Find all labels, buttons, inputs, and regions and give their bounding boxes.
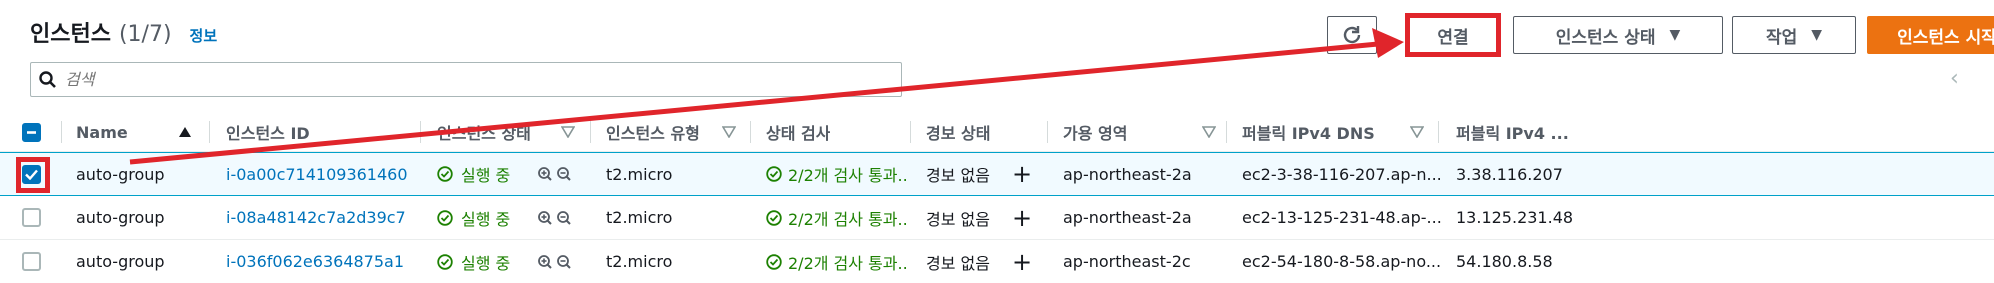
- info-link[interactable]: 정보: [190, 25, 218, 46]
- refresh-icon: [1343, 26, 1361, 44]
- page-header: 인스턴스 (1/7) 정보: [30, 16, 217, 48]
- sort-icon[interactable]: [561, 113, 575, 151]
- cell-instance-type: t2.micro: [606, 208, 673, 227]
- page-title: 인스턴스: [30, 22, 111, 47]
- check-circle-icon: [437, 166, 453, 182]
- sort-icon[interactable]: [722, 113, 736, 151]
- cell-name: auto-group: [76, 208, 165, 227]
- add-alarm-plus-icon[interactable]: +: [1012, 240, 1032, 283]
- row-checkbox-cell[interactable]: [22, 240, 41, 283]
- table-row[interactable]: auto-group i-036f062e6364875a1 실행 중 t2.m…: [0, 240, 1994, 283]
- actions-dropdown[interactable]: 작업 ▼: [1732, 16, 1856, 54]
- zoom-in-icon[interactable]: [537, 196, 555, 239]
- column-header-instance-id[interactable]: 인스턴스 ID: [226, 113, 310, 151]
- cell-status-check: 2/2개 검사 통과...: [766, 153, 906, 195]
- cell-name: auto-group: [76, 164, 165, 184]
- prev-page-icon[interactable]: ‹: [1950, 66, 1959, 91]
- connect-highlight-box: [1405, 13, 1501, 57]
- sort-icon[interactable]: [1202, 113, 1216, 151]
- caret-down-icon: ▼: [1669, 27, 1681, 43]
- cell-alarm-status: 경보 없음: [926, 209, 990, 229]
- check-circle-icon: [766, 209, 782, 226]
- sort-ascending-icon[interactable]: [178, 113, 192, 151]
- cell-availability-zone: ap-northeast-2c: [1063, 252, 1191, 271]
- cell-instance-id-link[interactable]: i-036f062e6364875a1: [226, 240, 404, 283]
- selection-count: (1/7): [118, 22, 172, 47]
- column-header-public-dns[interactable]: 퍼블릭 IPv4 DNS: [1242, 113, 1375, 151]
- instance-state-dropdown[interactable]: 인스턴스 상태 ▼: [1513, 16, 1723, 54]
- cell-status-check: 2/2개 검사 통과...: [766, 240, 906, 283]
- cell-instance-state: 실행 중: [437, 153, 510, 195]
- cell-alarm-status: 경보 없음: [926, 253, 990, 273]
- column-header-name[interactable]: Name: [76, 113, 128, 151]
- instance-state-text: 실행 중: [461, 166, 511, 185]
- column-header-availability-zone[interactable]: 가용 영역: [1063, 113, 1127, 151]
- add-alarm-plus-icon[interactable]: +: [1012, 153, 1032, 195]
- check-circle-icon: [766, 166, 782, 182]
- zoom-out-icon[interactable]: [556, 153, 574, 195]
- cell-name: auto-group: [76, 252, 165, 271]
- checkbox-highlight-box: [16, 157, 50, 193]
- refresh-button[interactable]: [1327, 16, 1377, 54]
- cell-public-dns: ec2-54-180-8-58.ap-no...: [1242, 252, 1442, 271]
- instance-state-label: 인스턴스 상태: [1555, 27, 1656, 48]
- cell-instance-id-link[interactable]: i-0a00c714109361460: [226, 153, 408, 195]
- cell-availability-zone: ap-northeast-2a: [1063, 164, 1192, 184]
- table-row[interactable]: auto-group i-08a48142c7a2d39c7 실행 중 t2.m…: [0, 196, 1994, 240]
- check-circle-icon: [766, 253, 782, 270]
- select-all-checkbox[interactable]: [22, 122, 41, 142]
- launch-instance-button[interactable]: 인스턴스 시작: [1867, 16, 1994, 54]
- sort-icon[interactable]: [1410, 113, 1424, 151]
- table-row[interactable]: auto-group i-0a00c714109361460 실행 중 t2.m…: [0, 152, 1994, 196]
- status-check-text: 2/2개 검사 통과...: [788, 253, 906, 273]
- status-check-text: 2/2개 검사 통과...: [788, 209, 906, 229]
- search-icon: [31, 70, 65, 90]
- column-header-status-check[interactable]: 상태 검사: [766, 113, 830, 151]
- zoom-in-icon[interactable]: [537, 153, 555, 195]
- cell-alarm-status: 경보 없음: [926, 166, 990, 185]
- check-circle-icon: [437, 253, 453, 270]
- zoom-in-icon[interactable]: [537, 240, 555, 283]
- cell-instance-id-link[interactable]: i-08a48142c7a2d39c7: [226, 196, 406, 239]
- zoom-out-icon[interactable]: [556, 196, 574, 239]
- cell-status-check: 2/2개 검사 통과...: [766, 196, 906, 239]
- cell-public-ip: 54.180.8.58: [1456, 252, 1553, 271]
- cell-public-dns: ec2-3-38-116-207.ap-n...: [1242, 164, 1442, 184]
- column-header-public-ip[interactable]: 퍼블릭 IPv4 ...: [1456, 113, 1569, 151]
- caret-down-icon: ▼: [1811, 27, 1823, 43]
- table-header: Name 인스턴스 ID 인스턴스 상태 인스턴스 유형 상태 검사 경보 상태…: [0, 113, 1994, 152]
- column-header-instance-state[interactable]: 인스턴스 상태: [437, 113, 531, 151]
- row-checkbox[interactable]: [22, 208, 41, 227]
- search-bar: [30, 62, 902, 97]
- zoom-out-icon[interactable]: [556, 240, 574, 283]
- cell-instance-state: 실행 중: [437, 240, 510, 283]
- check-circle-icon: [437, 209, 453, 226]
- column-header-alarm-status[interactable]: 경보 상태: [926, 113, 990, 151]
- cell-instance-state: 실행 중: [437, 196, 510, 239]
- cell-availability-zone: ap-northeast-2a: [1063, 208, 1192, 227]
- instance-state-text: 실행 중: [461, 253, 511, 273]
- row-checkbox-cell[interactable]: [22, 196, 41, 239]
- instance-state-text: 실행 중: [461, 209, 511, 229]
- search-input[interactable]: [65, 70, 865, 89]
- status-check-text: 2/2개 검사 통과...: [788, 166, 906, 185]
- add-alarm-plus-icon[interactable]: +: [1012, 196, 1032, 239]
- cell-public-ip: 3.38.116.207: [1456, 164, 1563, 184]
- cell-instance-type: t2.micro: [606, 164, 673, 184]
- cell-public-dns: ec2-13-125-231-48.ap-...: [1242, 208, 1442, 227]
- cell-instance-type: t2.micro: [606, 252, 673, 271]
- cell-public-ip: 13.125.231.48: [1456, 208, 1574, 227]
- select-all-checkbox-cell[interactable]: [22, 113, 41, 151]
- column-header-instance-type[interactable]: 인스턴스 유형: [606, 113, 700, 151]
- row-checkbox[interactable]: [22, 252, 41, 271]
- actions-label: 작업: [1765, 27, 1798, 48]
